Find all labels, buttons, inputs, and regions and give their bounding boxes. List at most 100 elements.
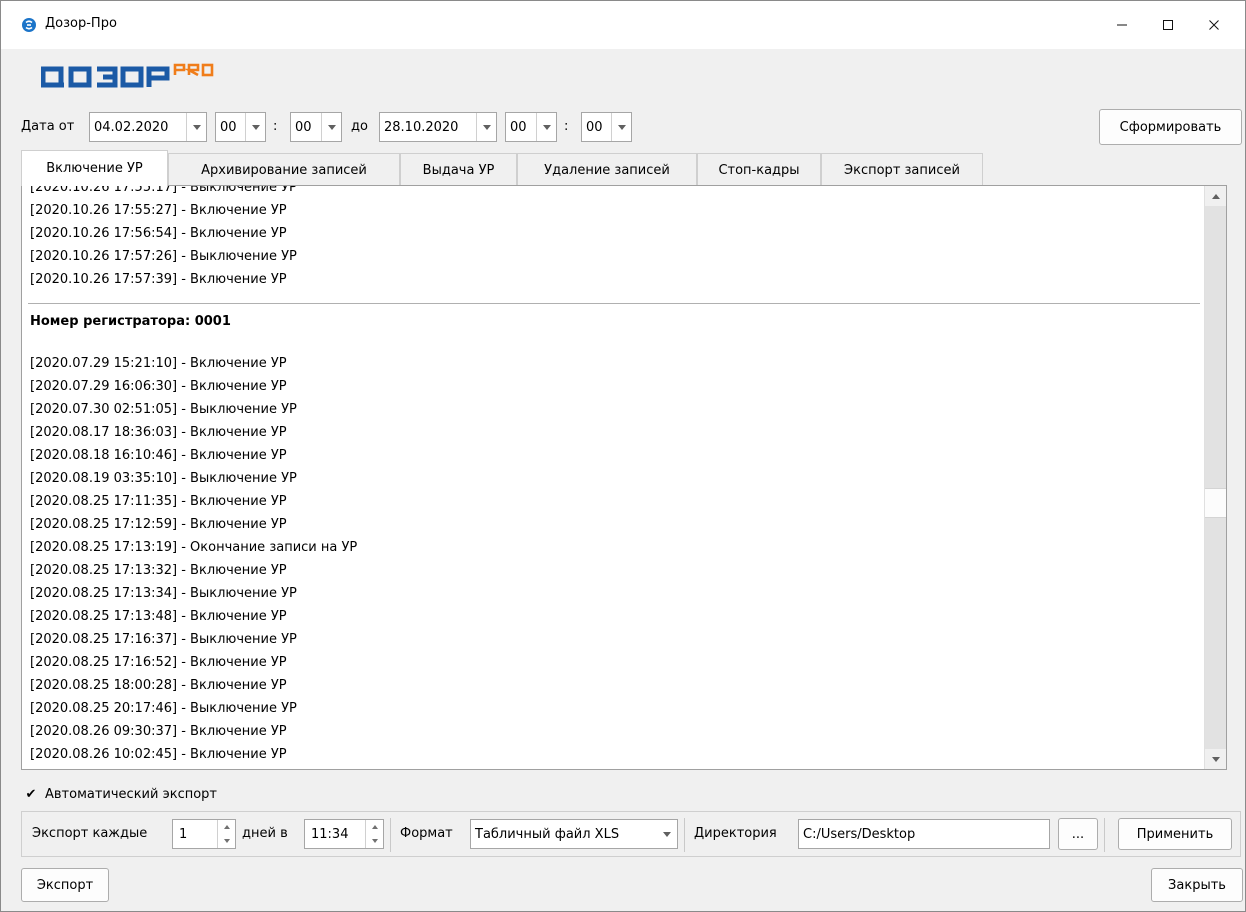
- export-settings-panel: Экспорт каждые 1 дней в 11:34 Формат Таб…: [21, 811, 1241, 857]
- triangle-up-icon: [1211, 193, 1220, 199]
- maximize-icon: [1163, 20, 1173, 30]
- log-line: [2020.07.29 15:21:10] - Включение УР: [30, 356, 287, 371]
- log-line: [2020.10.26 17:57:26] - Выключение УР: [30, 249, 297, 264]
- scroll-up-button[interactable]: [1205, 186, 1226, 206]
- date-from-combo[interactable]: 04.02.2020: [89, 112, 207, 142]
- spin-up-icon[interactable]: [218, 820, 235, 834]
- date-to-label: до: [351, 119, 368, 134]
- log-line: [2020.10.26 17:55:27] - Включение УР: [30, 203, 287, 218]
- spin-up-icon[interactable]: [366, 820, 383, 834]
- scroll-down-button[interactable]: [1205, 749, 1226, 769]
- from-hour-value: 00: [220, 119, 237, 135]
- from-hour-combo[interactable]: 00: [215, 112, 266, 142]
- log-line: [2020.08.25 18:00:28] - Включение УР: [30, 678, 287, 693]
- days-at-label: дней в: [242, 826, 288, 841]
- export-time-value: 11:34: [311, 826, 349, 842]
- tab-deletion[interactable]: Удаление записей: [517, 153, 697, 186]
- window-title: Дозор-Про: [45, 16, 117, 31]
- tab-issue[interactable]: Выдача УР: [400, 153, 517, 186]
- to-hour-combo[interactable]: 00: [505, 112, 557, 142]
- spin-down-icon[interactable]: [218, 834, 235, 848]
- log-line: [2020.08.25 17:13:32] - Включение УР: [30, 563, 287, 578]
- log-line: [2020.08.25 17:13:48] - Включение УР: [30, 609, 287, 624]
- from-minute-combo[interactable]: 00: [290, 112, 342, 142]
- chevron-down-icon[interactable]: [321, 113, 341, 141]
- log-line: [2020.08.26 10:02:45] - Включение УР: [30, 747, 287, 762]
- chevron-down-icon[interactable]: [657, 820, 677, 848]
- tab-power-on[interactable]: Включение УР: [21, 150, 168, 186]
- log-line: [2020.08.19 03:35:10] - Выключение УР: [30, 471, 297, 486]
- log-line: [2020.10.26 17:56:54] - Включение УР: [30, 226, 287, 241]
- log-line: [2020.08.18 16:10:46] - Включение УР: [30, 448, 287, 463]
- log-line: [2020.08.25 17:13:19] - Окончание записи…: [30, 540, 358, 555]
- log-line: [2020.08.25 17:13:34] - Выключение УР: [30, 586, 297, 601]
- export-button[interactable]: Экспорт: [21, 868, 109, 902]
- chevron-down-icon[interactable]: [186, 113, 206, 141]
- date-to-combo[interactable]: 28.10.2020: [379, 112, 497, 142]
- format-combo[interactable]: Табличный файл XLS: [470, 819, 678, 849]
- log-line: [2020.08.25 17:11:35] - Включение УР: [30, 494, 287, 509]
- export-every-value: 1: [179, 826, 188, 842]
- log-panel[interactable]: [2020.10.26 17:55:17] - Выключение УР [20…: [21, 185, 1227, 770]
- browse-directory-button[interactable]: ...: [1058, 818, 1098, 850]
- chevron-down-icon[interactable]: [536, 113, 556, 141]
- to-minute-value: 00: [586, 119, 603, 135]
- tab-snapshots[interactable]: Стоп-кадры: [697, 153, 821, 186]
- log-line: [2020.08.26 09:30:37] - Включение УР: [30, 724, 287, 739]
- close-window-button[interactable]: [1191, 1, 1237, 49]
- export-every-spinbox[interactable]: 1: [172, 819, 236, 849]
- log-line: [2020.08.25 17:16:37] - Выключение УР: [30, 632, 297, 647]
- directory-input[interactable]: C:/Users/Desktop: [798, 819, 1050, 849]
- close-icon: [1209, 20, 1219, 30]
- time-separator: :: [273, 119, 278, 134]
- apply-button[interactable]: Применить: [1118, 818, 1232, 850]
- log-top-lines: [2020.10.26 17:55:17] - Выключение УР [20…: [30, 186, 1204, 291]
- to-minute-combo[interactable]: 00: [581, 112, 632, 142]
- log-line: [2020.07.29 16:06:30] - Включение УР: [30, 379, 287, 394]
- close-button[interactable]: Закрыть: [1151, 868, 1243, 902]
- log-content: [2020.10.26 17:55:17] - Выключение УР [20…: [22, 186, 1204, 769]
- dozor-pro-logo: [41, 63, 214, 88]
- scroll-thumb[interactable]: [1205, 488, 1226, 518]
- chevron-down-icon[interactable]: [611, 113, 631, 141]
- log-line: [2020.10.26 17:57:39] - Включение УР: [30, 272, 287, 287]
- build-report-button[interactable]: Сформировать: [1099, 109, 1242, 145]
- triangle-down-icon: [1211, 756, 1220, 762]
- log-line: [2020.10.26 17:55:17] - Выключение УР: [30, 186, 297, 195]
- log-lines: [2020.07.29 15:21:10] - Включение УР [202…: [30, 352, 1204, 766]
- time-separator: :: [564, 119, 569, 134]
- log-line: [2020.08.25 20:17:46] - Выключение УР: [30, 701, 297, 716]
- from-minute-value: 00: [295, 119, 312, 135]
- divider: [684, 818, 685, 852]
- divider: [1104, 818, 1105, 852]
- registrator-heading: Номер регистратора: 0001: [30, 314, 231, 329]
- to-hour-value: 00: [510, 119, 527, 135]
- spin-down-icon[interactable]: [366, 834, 383, 848]
- scroll-track[interactable]: [1205, 206, 1226, 749]
- directory-label: Директория: [694, 826, 777, 841]
- app-window: Дозор-Про Дата от 04.02.2020 00: 00 до …: [0, 0, 1246, 912]
- log-separator: [28, 303, 1200, 304]
- tab-export-records[interactable]: Экспорт записей: [821, 153, 983, 186]
- chevron-down-icon[interactable]: [245, 113, 265, 141]
- minimize-button[interactable]: [1099, 1, 1145, 49]
- date-from-label: Дата от: [21, 119, 75, 134]
- log-line: [2020.08.25 17:12:59] - Включение УР: [30, 517, 287, 532]
- date-from-value: 04.02.2020: [94, 119, 169, 135]
- chevron-down-icon[interactable]: [476, 113, 496, 141]
- log-scrollbar[interactable]: [1204, 186, 1226, 769]
- app-icon: [22, 18, 36, 32]
- auto-export-label: Автоматический экспорт: [45, 786, 217, 802]
- check-icon: ✔: [25, 786, 37, 802]
- title-bar[interactable]: Дозор-Про: [1, 1, 1245, 49]
- maximize-button[interactable]: [1145, 1, 1191, 49]
- log-line: [2020.07.30 02:51:05] - Выключение УР: [30, 402, 297, 417]
- format-label: Формат: [400, 826, 453, 841]
- export-every-label: Экспорт каждые: [32, 826, 148, 841]
- auto-export-row[interactable]: ✔ Автоматический экспорт: [23, 783, 217, 805]
- divider: [390, 818, 391, 852]
- tab-archiving[interactable]: Архивирование записей: [168, 153, 400, 186]
- auto-export-checkbox[interactable]: ✔: [23, 786, 39, 802]
- log-line: [2020.08.25 17:16:52] - Включение УР: [30, 655, 287, 670]
- export-time-spinbox[interactable]: 11:34: [304, 819, 384, 849]
